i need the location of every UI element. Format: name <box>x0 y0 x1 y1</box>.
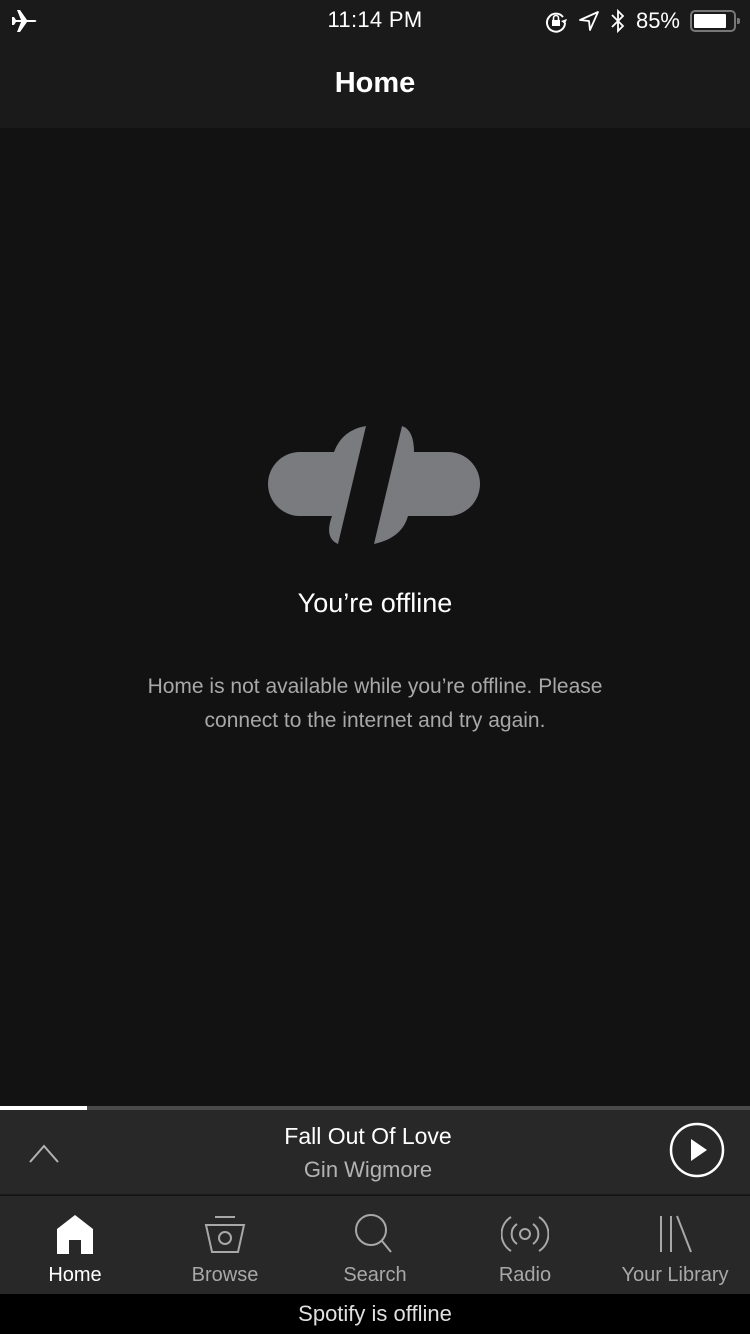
tab-radio[interactable]: Radio <box>450 1196 600 1294</box>
status-bar: 11:14 PM 85% <box>0 0 750 40</box>
tab-label: Browse <box>191 1264 259 1286</box>
tab-label: Radio <box>498 1264 552 1286</box>
tab-home[interactable]: Home <box>0 1196 150 1294</box>
offline-plug-icon <box>268 426 480 544</box>
radio-icon <box>501 1216 549 1252</box>
battery-percent: 85% <box>635 8 680 33</box>
track-artist: Gin Wigmore <box>303 1157 433 1182</box>
offline-message: Home is not available while you’re offli… <box>147 675 603 732</box>
offline-banner: Spotify is offline <box>0 1294 750 1334</box>
offline-title: You’re offline <box>297 588 453 618</box>
main-content: You’re offline Home is not available whi… <box>0 128 750 1106</box>
now-playing-bar[interactable]: Fall Out Of Love Gin Wigmore <box>0 1110 750 1195</box>
battery-icon <box>690 10 740 32</box>
play-button[interactable] <box>669 1122 725 1178</box>
track-title: Fall Out Of Love <box>284 1123 452 1149</box>
play-icon <box>691 1139 707 1161</box>
tab-bar: Home Browse Search Radio Your Library <box>0 1196 750 1294</box>
tab-browse[interactable]: Browse <box>150 1196 300 1294</box>
bluetooth-icon <box>611 8 625 34</box>
status-right: 85% <box>544 6 740 36</box>
browse-icon <box>204 1216 246 1253</box>
battery-fill <box>694 14 727 28</box>
tab-label: Home <box>48 1264 102 1286</box>
search-icon <box>355 1214 392 1253</box>
location-icon <box>579 11 599 31</box>
page-title: Home <box>334 66 416 99</box>
nav-header: Home <box>0 40 750 128</box>
orientation-lock-icon <box>545 12 567 33</box>
tab-search[interactable]: Search <box>300 1196 450 1294</box>
tab-label: Search <box>343 1264 407 1286</box>
library-icon <box>660 1215 692 1253</box>
home-icon <box>57 1215 93 1254</box>
tab-label: Your Library <box>621 1264 729 1286</box>
tab-your-library[interactable]: Your Library <box>600 1196 750 1294</box>
